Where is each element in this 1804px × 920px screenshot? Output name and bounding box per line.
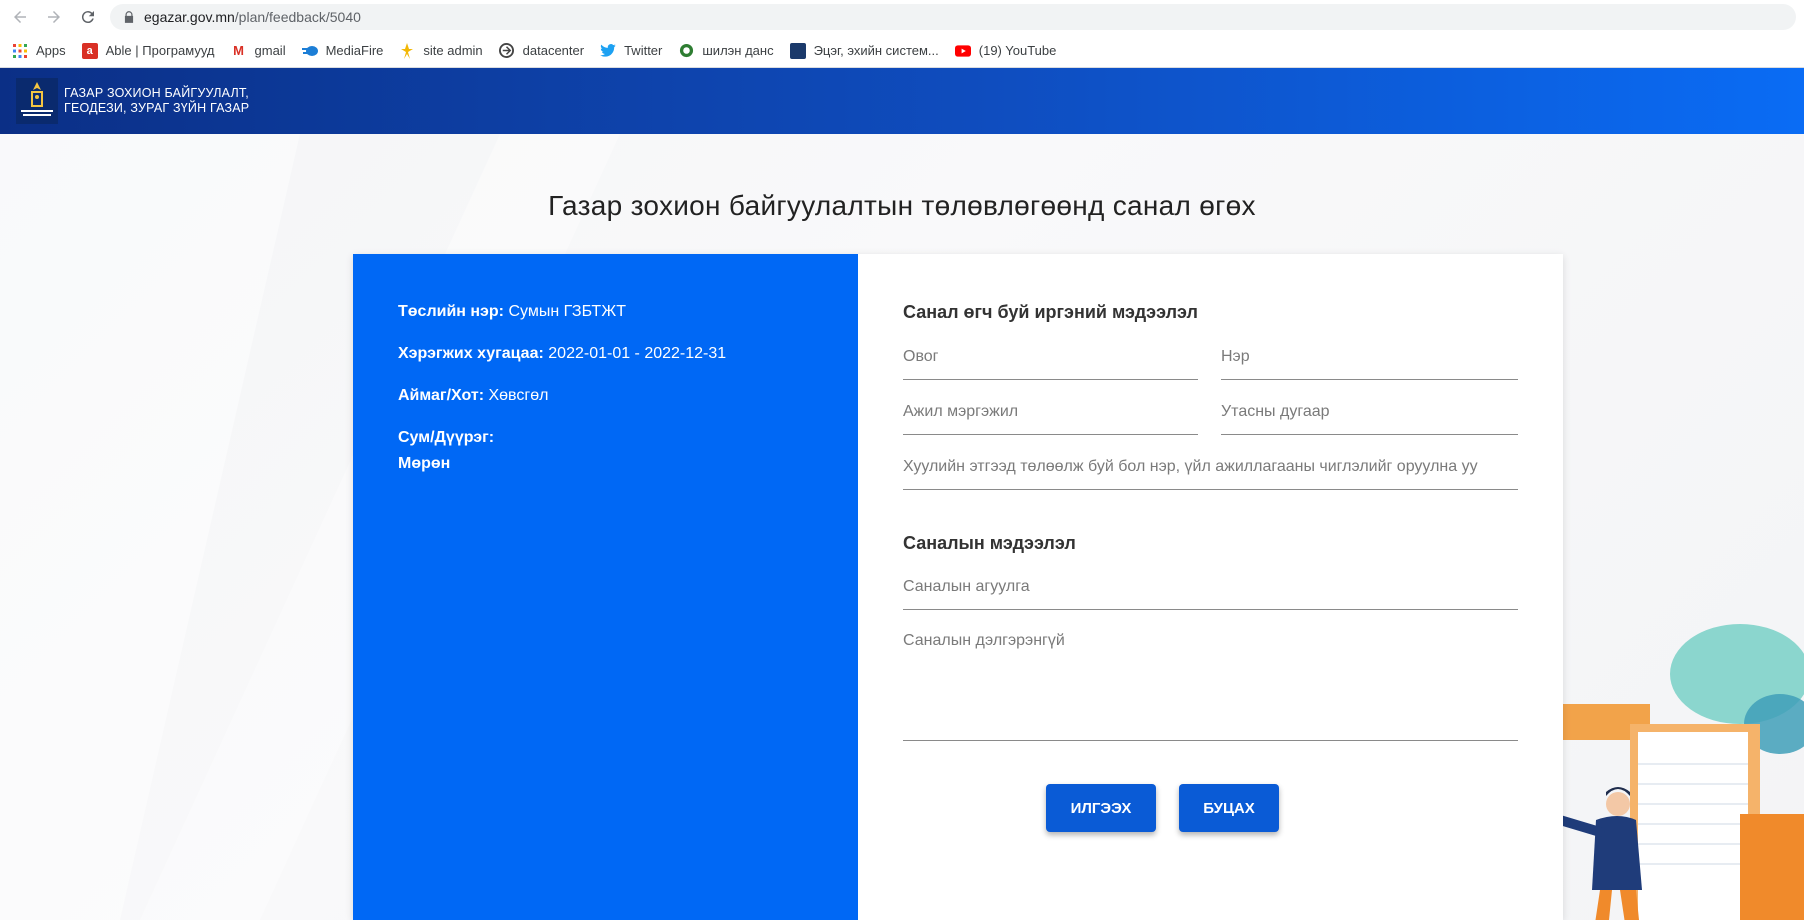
aimag-row: Аймаг/Хот: Хөвсгөл [398, 383, 548, 409]
back-button[interactable]: БУЦАХ [1179, 784, 1279, 832]
agency-name: ГАЗАР ЗОХИОН БАЙГУУЛАЛТ, ГЕОДЕЗИ, ЗУРАГ … [64, 86, 249, 116]
forward-arrow-icon[interactable] [40, 3, 68, 31]
period-row: Хэрэгжих хугацаа: 2022-01-01 - 2022-12-3… [398, 341, 726, 367]
agency-name-line1: ГАЗАР ЗОХИОН БАЙГУУЛАЛТ, [64, 86, 249, 100]
twitter-icon [600, 43, 616, 59]
detail-field [903, 620, 1518, 752]
gmail-icon: M [233, 43, 244, 58]
period-value: 2022-01-01 - 2022-12-31 [548, 345, 727, 362]
parents-system-icon [789, 42, 806, 59]
feedback-form: Санал өгч буй иргэний мэдээлэл Саналын м… [858, 254, 1563, 920]
bookmark-label: (19) YouTube [978, 43, 1057, 58]
content-input[interactable] [903, 578, 1518, 596]
lastname-input[interactable] [903, 348, 1198, 366]
phone-field [1221, 390, 1518, 435]
able-icon: a [81, 42, 98, 59]
bookmark-label: Twitter [624, 43, 663, 58]
bookmark-label: шилэн данс [702, 43, 774, 58]
person-illustration [1540, 624, 1804, 920]
feedback-card: Төслийн нэр: Сумын ГЗБТЖТ Хэрэгжих хугац… [353, 254, 1563, 920]
url-text: egazar.gov.mn/plan/feedback/5040 [144, 9, 361, 25]
legal-entity-field [903, 445, 1518, 490]
bookmarks-bar: Apps a Able | Програмууд M gmail MediaFi… [0, 34, 1804, 68]
apps-grid-icon [12, 43, 28, 59]
site-admin-icon [399, 42, 415, 59]
period-label: Хэрэгжих хугацаа: [398, 345, 544, 362]
bookmark-parents-system[interactable]: Эцэг, эхийн систем... [789, 42, 939, 59]
bookmark-label: Able | Програмууд [105, 43, 215, 58]
project-name-row: Төслийн нэр: Сумын ГЗБТЖТ [398, 299, 626, 325]
bookmark-site-admin[interactable]: site admin [399, 42, 483, 59]
youtube-icon [954, 43, 971, 59]
bookmark-youtube[interactable]: (19) YouTube [954, 43, 1057, 59]
bookmark-label: site admin [423, 43, 483, 58]
site-header: ГАЗАР ЗОХИОН БАЙГУУЛАЛТ, ГЕОДЕЗИ, ЗУРАГ … [0, 68, 1804, 134]
detail-textarea[interactable] [903, 620, 1518, 752]
project-name-value: Сумын ГЗБТЖТ [508, 303, 627, 320]
address-bar[interactable]: egazar.gov.mn/plan/feedback/5040 [110, 4, 1796, 30]
sum-value: Мөрөн [398, 455, 451, 472]
legal-entity-input[interactable] [903, 458, 1518, 476]
sum-label: Сум/Дүүрэг: [398, 429, 495, 446]
bookmark-label: MediaFire [325, 43, 384, 58]
bookmark-shilen-dans[interactable]: шилэн данс [678, 43, 774, 59]
browser-toolbar: egazar.gov.mn/plan/feedback/5040 [0, 0, 1804, 34]
firstname-field [1221, 335, 1518, 380]
aimag-label: Аймаг/Хот: [398, 387, 485, 404]
submit-button[interactable]: ИЛГЭЭХ [1046, 784, 1156, 832]
bookmark-able[interactable]: a Able | Програмууд [81, 42, 215, 59]
bookmark-label: Эцэг, эхийн систем... [813, 43, 939, 58]
project-name-label: Төслийн нэр: [398, 303, 504, 320]
datacenter-icon [499, 43, 515, 59]
agency-name-line2: ГЕОДЕЗИ, ЗУРАГ ЗҮЙН ГАЗАР [64, 101, 250, 115]
page-title: Газар зохион байгуулалтын төлөвлөгөөнд с… [548, 190, 1256, 221]
mediafire-icon [301, 43, 318, 59]
citizen-section-title: Санал өгч буй иргэний мэдээлэл [903, 302, 1198, 322]
bookmark-label: gmail [254, 43, 286, 58]
phone-input[interactable] [1221, 403, 1518, 421]
bookmark-label: Apps [36, 43, 66, 58]
bookmark-mediafire[interactable]: MediaFire [301, 43, 384, 59]
lastname-field [903, 335, 1198, 380]
profession-input[interactable] [903, 403, 1198, 421]
bookmark-label: datacenter [522, 43, 585, 58]
page-background: Газар зохион байгуулалтын төлөвлөгөөнд с… [0, 134, 1804, 920]
bookmark-gmail[interactable]: M gmail [231, 43, 286, 59]
shilen-dans-icon [678, 43, 694, 59]
bookmark-datacenter[interactable]: datacenter [499, 43, 584, 59]
lock-icon [124, 11, 134, 23]
sum-row: Сум/Дүүрэг: Мөрөн [398, 425, 494, 477]
content-field [903, 565, 1518, 610]
feedback-section-title: Саналын мэдээлэл [903, 533, 1076, 553]
bookmark-twitter[interactable]: Twitter [600, 43, 662, 59]
agency-logo[interactable] [16, 78, 58, 124]
back-arrow-icon[interactable] [6, 3, 34, 31]
reload-icon[interactable] [74, 3, 102, 31]
plan-info-panel: Төслийн нэр: Сумын ГЗБТЖТ Хэрэгжих хугац… [353, 254, 858, 920]
bookmark-apps[interactable]: Apps [12, 43, 66, 59]
firstname-input[interactable] [1221, 348, 1518, 366]
aimag-value: Хөвсгөл [488, 387, 549, 404]
profession-field [903, 390, 1198, 435]
